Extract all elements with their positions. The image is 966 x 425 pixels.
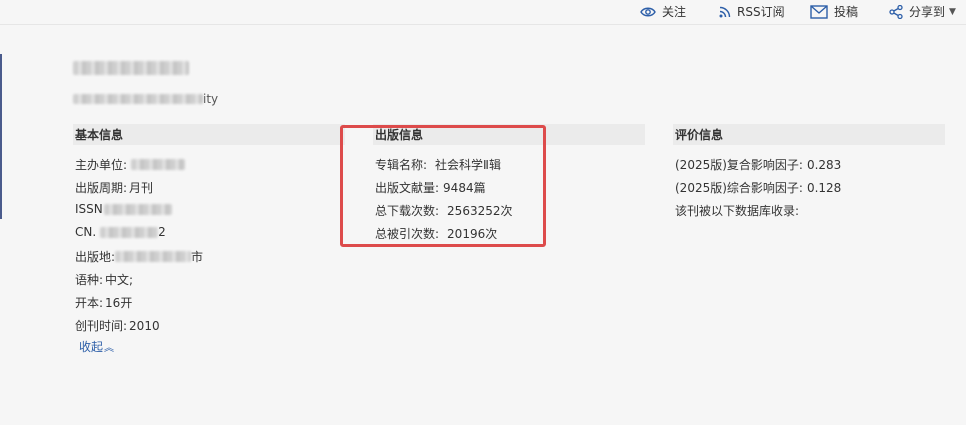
place-row: 出版地: 市	[75, 248, 203, 265]
founded-label: 创刊时间:	[75, 319, 128, 333]
evaluation-info-heading-text: 评价信息	[675, 128, 724, 142]
caret-down-icon: ▼	[949, 6, 956, 17]
period-row: 出版周期: 月刊	[75, 179, 153, 196]
sponsor-row: 主办单位:	[75, 156, 186, 173]
sponsor-label: 主办单位:	[75, 158, 128, 172]
subtitle-redacted	[73, 94, 203, 104]
issn-row: ISSN	[75, 202, 172, 216]
double-chevron-up-icon: ︽	[104, 343, 115, 354]
place-suffix: 市	[191, 250, 204, 264]
comprehensive-impact-row: (2025版)综合影响因子: 0.128	[675, 179, 841, 196]
follow-button[interactable]: 关注	[640, 3, 686, 20]
toolbar-divider	[0, 24, 966, 25]
submit-manuscript-button[interactable]: 投稿	[810, 3, 858, 20]
issn-label: ISSN	[75, 202, 103, 216]
share-button[interactable]: 分享到 ▼	[889, 3, 956, 20]
composite-impact-label: (2025版)复合影响因子:	[675, 158, 803, 172]
language-row: 语种: 中文;	[75, 271, 133, 288]
cn-label: CN.	[75, 225, 97, 239]
envelope-icon	[810, 4, 828, 19]
cn-suffix: 2	[158, 225, 166, 239]
evaluation-info-heading: 评价信息	[673, 124, 945, 145]
comprehensive-impact-label: (2025版)综合影响因子:	[675, 181, 803, 195]
cn-row: CN. 2	[75, 225, 166, 239]
format-label: 开本:	[75, 296, 104, 310]
issn-redacted	[103, 203, 172, 215]
journal-title-redacted	[73, 61, 189, 75]
subtitle-suffix: ity	[203, 92, 219, 106]
period-value: 月刊	[129, 181, 154, 195]
follow-label: 关注	[662, 5, 687, 19]
eye-icon	[640, 7, 656, 16]
language-value: 中文;	[105, 273, 134, 287]
place-label: 出版地:	[75, 250, 116, 264]
comprehensive-impact-value: 0.128	[806, 180, 842, 195]
format-row: 开本: 16开	[75, 294, 132, 311]
rss-label: RSS订阅	[737, 5, 785, 19]
database-label: 该刊被以下数据库收录:	[675, 204, 800, 218]
cn-redacted	[100, 226, 159, 238]
basic-info-heading-text: 基本信息	[75, 128, 124, 142]
place-redacted	[115, 251, 192, 262]
share-icon	[889, 4, 903, 19]
highlight-box	[340, 125, 546, 247]
top-toolbar: 关注 RSS订阅 投稿 分享到 ▼	[0, 0, 966, 24]
rss-icon	[719, 6, 731, 17]
journal-subtitle: ity	[73, 92, 218, 106]
submit-label: 投稿	[834, 5, 859, 19]
founded-row: 创刊时间: 2010	[75, 317, 160, 334]
composite-impact-value: 0.283	[806, 157, 842, 172]
share-label: 分享到	[909, 5, 946, 19]
database-row: 该刊被以下数据库收录:	[675, 202, 799, 219]
format-value: 16开	[105, 296, 133, 310]
rss-subscribe-button[interactable]: RSS订阅	[719, 3, 785, 20]
sponsor-redacted	[131, 159, 186, 170]
basic-info-heading: 基本信息	[73, 124, 345, 145]
founded-value: 2010	[129, 318, 160, 333]
period-label: 出版周期:	[75, 181, 128, 195]
left-accent-bar	[0, 54, 2, 219]
composite-impact-row: (2025版)复合影响因子: 0.283	[675, 156, 841, 173]
collapse-label: 收起	[79, 340, 104, 354]
language-label: 语种:	[75, 273, 104, 287]
collapse-link[interactable]: 收起 ︽	[79, 338, 114, 355]
